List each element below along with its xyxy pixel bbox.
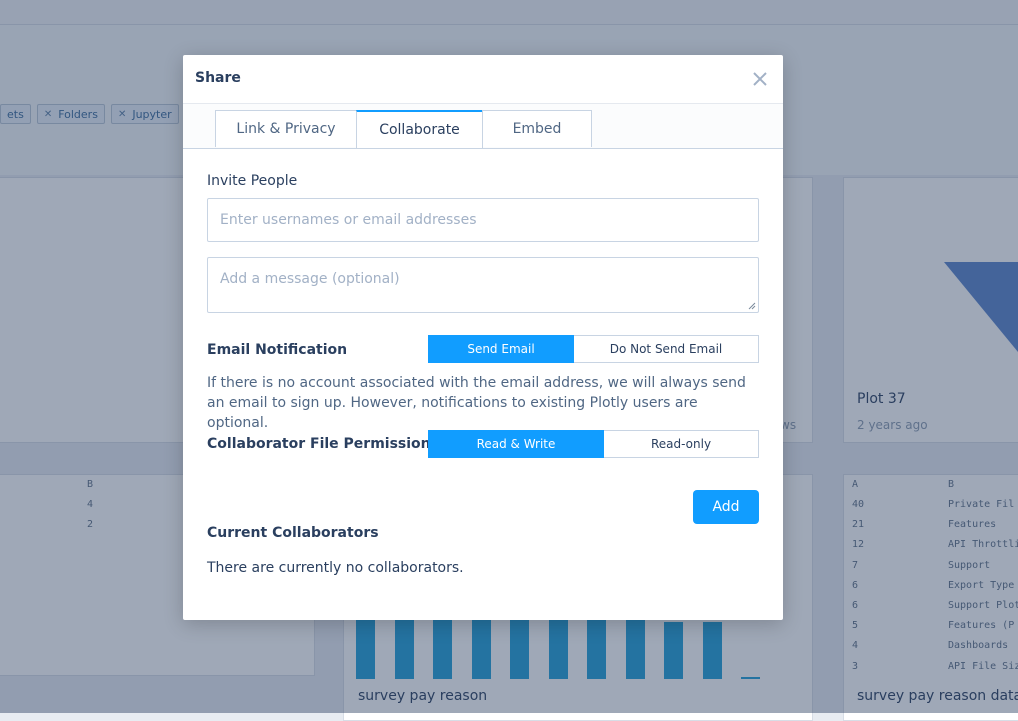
message-textarea[interactable]: Add a message (optional) (207, 257, 759, 313)
tab-collaborate[interactable]: Collaborate (356, 110, 483, 148)
modal-title: Share (195, 70, 241, 86)
tab-link-privacy[interactable]: Link & Privacy (215, 110, 357, 147)
share-modal: Share Link & Privacy Collaborate Embed I… (183, 55, 783, 620)
add-button[interactable]: Add (693, 490, 759, 524)
email-notification-label: Email Notification (207, 342, 348, 358)
email-helper-text: If there is no account associated with t… (207, 375, 746, 431)
do-not-send-email-button[interactable]: Do Not Send Email (574, 335, 759, 363)
invite-input[interactable]: Enter usernames or email addresses (207, 198, 759, 242)
email-notification-toggle: Send Email Do Not Send Email (428, 335, 759, 363)
tab-embed[interactable]: Embed (482, 110, 592, 147)
resize-grip-icon[interactable] (748, 302, 756, 310)
permissions-label: Collaborator File Permissions (207, 436, 439, 452)
modal-header: Share (183, 55, 783, 104)
close-icon[interactable] (751, 70, 769, 88)
no-collaborators-text: There are currently no collaborators. (207, 560, 464, 576)
read-write-button[interactable]: Read & Write (428, 430, 604, 458)
read-only-button[interactable]: Read-only (604, 430, 759, 458)
invite-label: Invite People (207, 173, 298, 189)
tab-bar: Link & Privacy Collaborate Embed (183, 104, 783, 149)
message-placeholder: Add a message (optional) (220, 271, 400, 287)
send-email-button[interactable]: Send Email (428, 335, 574, 363)
current-collaborators-label: Current Collaborators (207, 525, 379, 541)
permissions-toggle: Read & Write Read-only (428, 430, 759, 458)
